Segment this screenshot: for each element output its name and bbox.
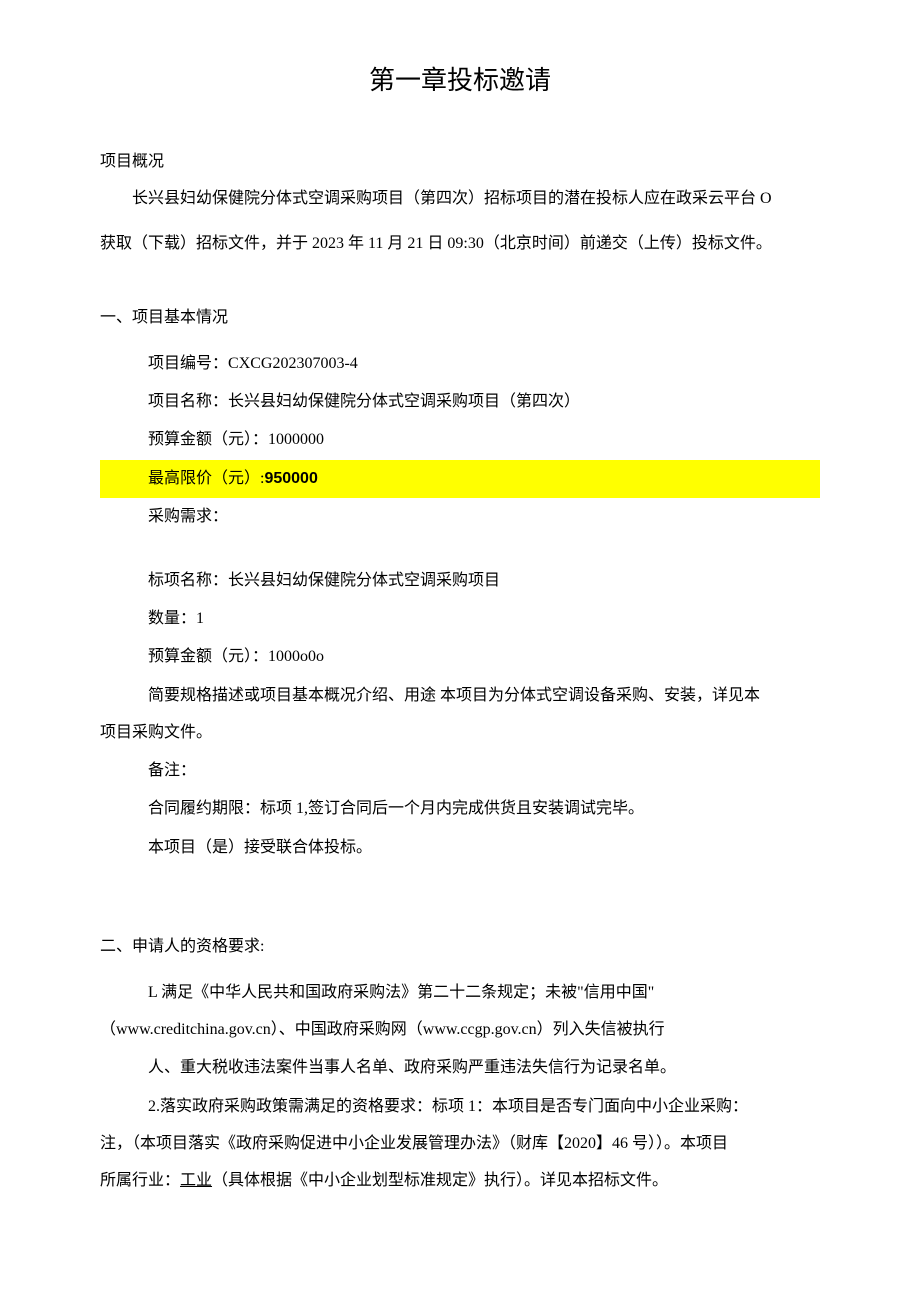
max-price-value: 950000 bbox=[264, 470, 317, 487]
req2-line3: 所属行业：工业（具体根据《中小企业划型标准规定》执行）。详见本招标文件。 bbox=[100, 1163, 820, 1200]
contract-row: 合同履约期限：标项 1,签订合同后一个月内完成供货且安装调试完毕。 bbox=[100, 790, 820, 828]
lot-name-label: 标项名称： bbox=[148, 572, 228, 589]
requirement-row: 采购需求： bbox=[100, 498, 820, 536]
project-no-label: 项目编号： bbox=[148, 355, 228, 372]
qty-label: 数量： bbox=[148, 610, 196, 627]
section1-heading: 一、项目基本情况 bbox=[100, 303, 820, 327]
consortium-row: 本项目（是）接受联合体投标。 bbox=[100, 829, 820, 867]
budget2-value: 1000o0o bbox=[268, 648, 324, 665]
project-name-value: 长兴县妇幼保健院分体式空调采购项目（第四次） bbox=[228, 393, 580, 410]
budget-row: 预算金额（元）：1000000 bbox=[100, 421, 820, 459]
remark-row: 备注： bbox=[100, 752, 820, 790]
overview-heading: 项目概况 bbox=[100, 147, 820, 171]
max-price-row: 最高限价（元）:950000 bbox=[100, 460, 820, 498]
req1-line1: L 满足《中华人民共和国政府采购法》第二十二条规定；未被"信用中国" bbox=[100, 974, 820, 1012]
budget-value: 1000000 bbox=[268, 431, 324, 448]
req2-line1: 2.落实政府采购政策需满足的资格要求：标项 1：本项目是否专门面向中小企业采购： bbox=[100, 1088, 820, 1126]
spec-line2: 项目采购文件。 bbox=[100, 715, 820, 752]
lot-name-row: 标项名称：长兴县妇幼保健院分体式空调采购项目 bbox=[100, 562, 820, 600]
section2-heading: 二、申请人的资格要求: bbox=[100, 932, 820, 956]
budget-label: 预算金额（元）： bbox=[148, 431, 268, 448]
qty-row: 数量：1 bbox=[100, 600, 820, 638]
overview-para1: 长兴县妇幼保健院分体式空调采购项目（第四次）招标项目的潜在投标人应在政采云平台 … bbox=[100, 181, 820, 218]
req1-line2: （www.creditchina.gov.cn）、中国政府采购网（www.ccg… bbox=[100, 1012, 820, 1049]
req2-line3a: 所属行业： bbox=[100, 1172, 180, 1189]
req2-line3b: （具体根据《中小企业划型标准规定》执行）。详见本招标文件。 bbox=[212, 1172, 668, 1189]
project-name-row: 项目名称：长兴县妇幼保健院分体式空调采购项目（第四次） bbox=[100, 383, 820, 421]
lot-name-value: 长兴县妇幼保健院分体式空调采购项目 bbox=[228, 572, 500, 589]
req2-line2: 注，（本项目落实《政府采购促进中小企业发展管理办法》（财库【2020】46 号）… bbox=[100, 1126, 820, 1163]
spacer2 bbox=[100, 867, 820, 892]
req1-line3: 人、重大税收违法案件当事人名单、政府采购严重违法失信行为记录名单。 bbox=[100, 1049, 820, 1087]
spec-line1: 简要规格描述或项目基本概况介绍、用途 本项目为分体式空调设备采购、安装，详见本 bbox=[100, 677, 820, 715]
max-price-label: 最高限价（元）: bbox=[148, 470, 264, 487]
document-page: 第一章投标邀请 项目概况 长兴县妇幼保健院分体式空调采购项目（第四次）招标项目的… bbox=[0, 0, 920, 1240]
overview-para2: 获取（下载）招标文件，并于 2023 年 11 月 21 日 09:30（北京时… bbox=[100, 226, 820, 263]
contract-label: 合同履约期限： bbox=[148, 800, 260, 817]
req2-industry: 工业 bbox=[180, 1172, 212, 1189]
chapter-title: 第一章投标邀请 bbox=[100, 60, 820, 97]
project-no-row: 项目编号：CXCG202307003-4 bbox=[100, 345, 820, 383]
project-no-value: CXCG202307003-4 bbox=[228, 355, 358, 372]
spacer bbox=[100, 537, 820, 562]
contract-text: 标项 1,签订合同后一个月内完成供货且安装调试完毕。 bbox=[260, 800, 644, 817]
budget2-label: 预算金额（元）： bbox=[148, 648, 268, 665]
project-name-label: 项目名称： bbox=[148, 393, 228, 410]
qty-value: 1 bbox=[196, 610, 204, 627]
budget2-row: 预算金额（元）：1000o0o bbox=[100, 638, 820, 676]
